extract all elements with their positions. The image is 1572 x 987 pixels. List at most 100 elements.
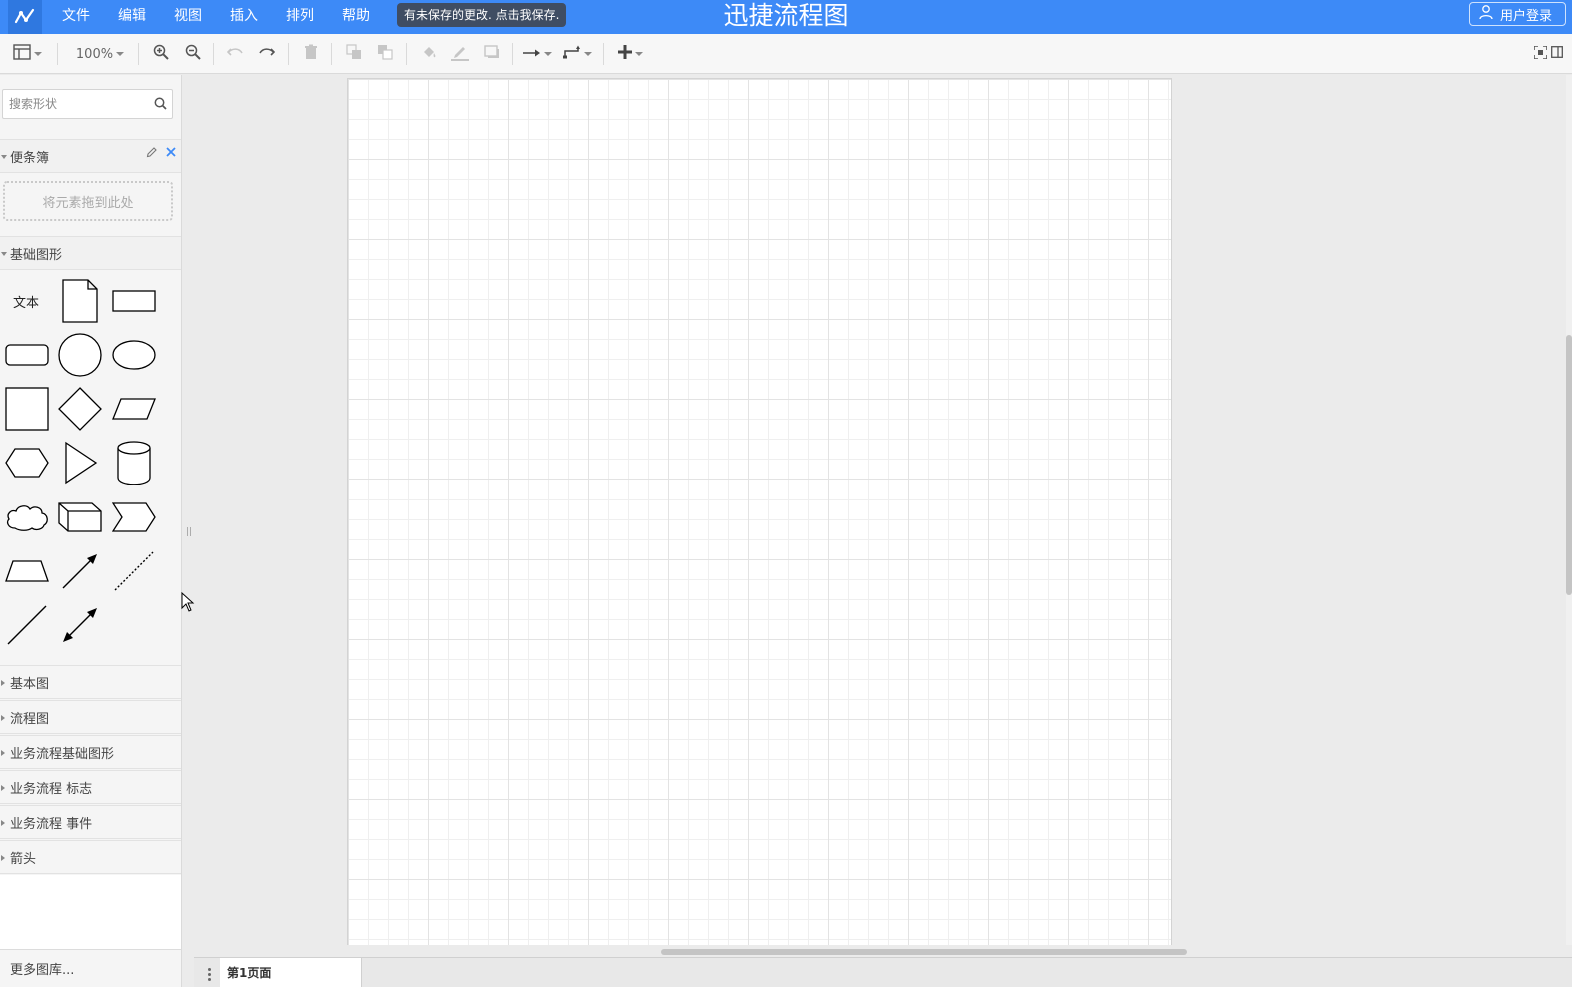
diagram-page[interactable] — [347, 78, 1172, 945]
trapezoid-shape[interactable] — [4, 549, 50, 593]
user-icon — [1478, 4, 1494, 24]
diagram-canvas[interactable] — [194, 75, 1566, 945]
sidebar-splitter[interactable]: || — [182, 75, 194, 987]
splitter-grip-icon: || — [186, 527, 193, 537]
category-basic-diagram[interactable]: 基本图 — [0, 665, 181, 699]
more-libraries-link[interactable]: 更多图库... — [0, 949, 181, 987]
section-scratchpad[interactable]: 便条簿 — [0, 139, 181, 173]
zoom-select[interactable]: 100% — [72, 42, 128, 66]
rectangle-shape[interactable] — [111, 279, 157, 323]
search-icon[interactable] — [154, 97, 167, 114]
redo-icon — [259, 46, 276, 62]
hexagon-shape[interactable] — [4, 441, 50, 485]
zoom-out-icon — [185, 44, 201, 64]
login-label: 用户登录 — [1500, 8, 1553, 24]
toolbar: 100% — [0, 34, 1572, 74]
category-bpmn-basic[interactable]: 业务流程基础图形 — [0, 735, 181, 769]
ellipse-shape[interactable] — [111, 333, 157, 377]
text-shape[interactable]: 文本 — [4, 279, 48, 323]
menu-help[interactable]: 帮助 — [328, 0, 384, 34]
horizontal-scroll-thumb[interactable] — [661, 949, 1187, 955]
vertical-scroll-thumb[interactable] — [1566, 335, 1572, 595]
page-menu-icon[interactable] — [202, 964, 216, 984]
delete-icon — [304, 44, 318, 64]
close-icon[interactable] — [166, 146, 176, 162]
format-panel-toggle[interactable] — [1550, 42, 1564, 66]
basic-shapes-title: 基础图形 — [10, 247, 63, 263]
line-color-icon — [451, 43, 469, 65]
document-shape[interactable] — [58, 279, 102, 323]
to-back-button[interactable] — [374, 42, 396, 66]
menu-arrange[interactable]: 排列 — [272, 0, 328, 34]
main-menu: 文件 编辑 视图 插入 排列 帮助 — [48, 0, 384, 34]
menu-file[interactable]: 文件 — [48, 0, 104, 34]
sidebar-empty-area — [0, 875, 181, 949]
zoom-in-button[interactable] — [150, 42, 172, 66]
to-back-icon — [377, 44, 393, 64]
category-flowchart[interactable]: 流程图 — [0, 700, 181, 734]
connection-icon — [522, 47, 541, 62]
app-logo-icon[interactable] — [8, 0, 42, 34]
cube-shape[interactable] — [58, 495, 102, 539]
waypoints-button[interactable] — [561, 42, 593, 66]
zoom-out-button[interactable] — [182, 42, 204, 66]
menu-edit[interactable]: 编辑 — [104, 0, 160, 34]
layout-icon — [12, 44, 31, 64]
shadow-icon — [484, 45, 500, 63]
redo-button[interactable] — [256, 42, 278, 66]
mouse-cursor-icon — [181, 591, 195, 616]
triangle-shape[interactable] — [58, 441, 102, 485]
fill-color-button[interactable] — [418, 42, 440, 66]
fullscreen-icon — [1532, 44, 1548, 63]
square-shape[interactable] — [4, 387, 50, 431]
rounded-rectangle-shape[interactable] — [4, 333, 50, 377]
parallelogram-shape[interactable] — [111, 387, 157, 431]
basic-shapes-panel: 文本 — [0, 271, 181, 666]
unsaved-changes-notice[interactable]: 有未保存的更改. 点击我保存. — [397, 3, 567, 27]
scratchpad-title: 便条簿 — [10, 150, 50, 166]
category-bpmn-symbols[interactable]: 业务流程 标志 — [0, 770, 181, 804]
undo-icon — [226, 46, 243, 62]
cylinder-shape[interactable] — [111, 441, 157, 485]
menu-view[interactable]: 视图 — [160, 0, 216, 34]
format-panel-icon — [1551, 46, 1563, 62]
to-front-icon — [346, 44, 362, 64]
insert-icon — [617, 45, 632, 63]
line-color-button[interactable] — [449, 42, 471, 66]
diamond-shape[interactable] — [58, 387, 102, 431]
vertical-scrollbar[interactable] — [1566, 75, 1572, 945]
edit-icon[interactable] — [146, 146, 158, 162]
line-shape[interactable] — [4, 603, 50, 647]
to-front-button[interactable] — [343, 42, 365, 66]
dotted-line-shape[interactable] — [111, 549, 157, 593]
zoom-level: 100% — [75, 46, 114, 62]
fill-color-icon — [421, 44, 437, 64]
circle-shape[interactable] — [58, 333, 102, 377]
shape-sidebar: 便条簿 将元素拖到此处 基础图形 文本 — [0, 75, 182, 987]
waypoints-icon — [562, 45, 581, 63]
layout-button[interactable] — [8, 42, 46, 66]
step-shape[interactable] — [111, 495, 157, 539]
delete-button[interactable] — [300, 42, 322, 66]
zoom-in-icon — [153, 44, 169, 64]
shape-search-box — [2, 89, 173, 119]
horizontal-scrollbar[interactable] — [194, 945, 1566, 957]
shadow-button[interactable] — [481, 42, 503, 66]
cloud-shape[interactable] — [4, 495, 50, 539]
category-arrows[interactable]: 箭头 — [0, 840, 181, 874]
login-button[interactable]: 用户登录 — [1469, 2, 1566, 26]
undo-button[interactable] — [224, 42, 246, 66]
page-tab-bar: 第1页面 — [194, 957, 1572, 987]
insert-button[interactable] — [612, 42, 648, 66]
section-basic-shapes[interactable]: 基础图形 — [0, 236, 181, 270]
bidirectional-arrow-shape[interactable] — [58, 603, 102, 647]
category-bpmn-events[interactable]: 业务流程 事件 — [0, 805, 181, 839]
page-tab-1[interactable]: 第1页面 — [220, 958, 362, 987]
top-bar: 文件 编辑 视图 插入 排列 帮助 有未保存的更改. 点击我保存. 迅捷流程图 … — [0, 0, 1572, 34]
shape-search-input[interactable] — [3, 90, 143, 118]
arrow-line-shape[interactable] — [58, 549, 102, 593]
fullscreen-button[interactable] — [1532, 42, 1548, 66]
menu-insert[interactable]: 插入 — [216, 0, 272, 34]
connection-style-button[interactable] — [521, 42, 553, 66]
scratchpad-dropzone[interactable]: 将元素拖到此处 — [3, 181, 173, 221]
